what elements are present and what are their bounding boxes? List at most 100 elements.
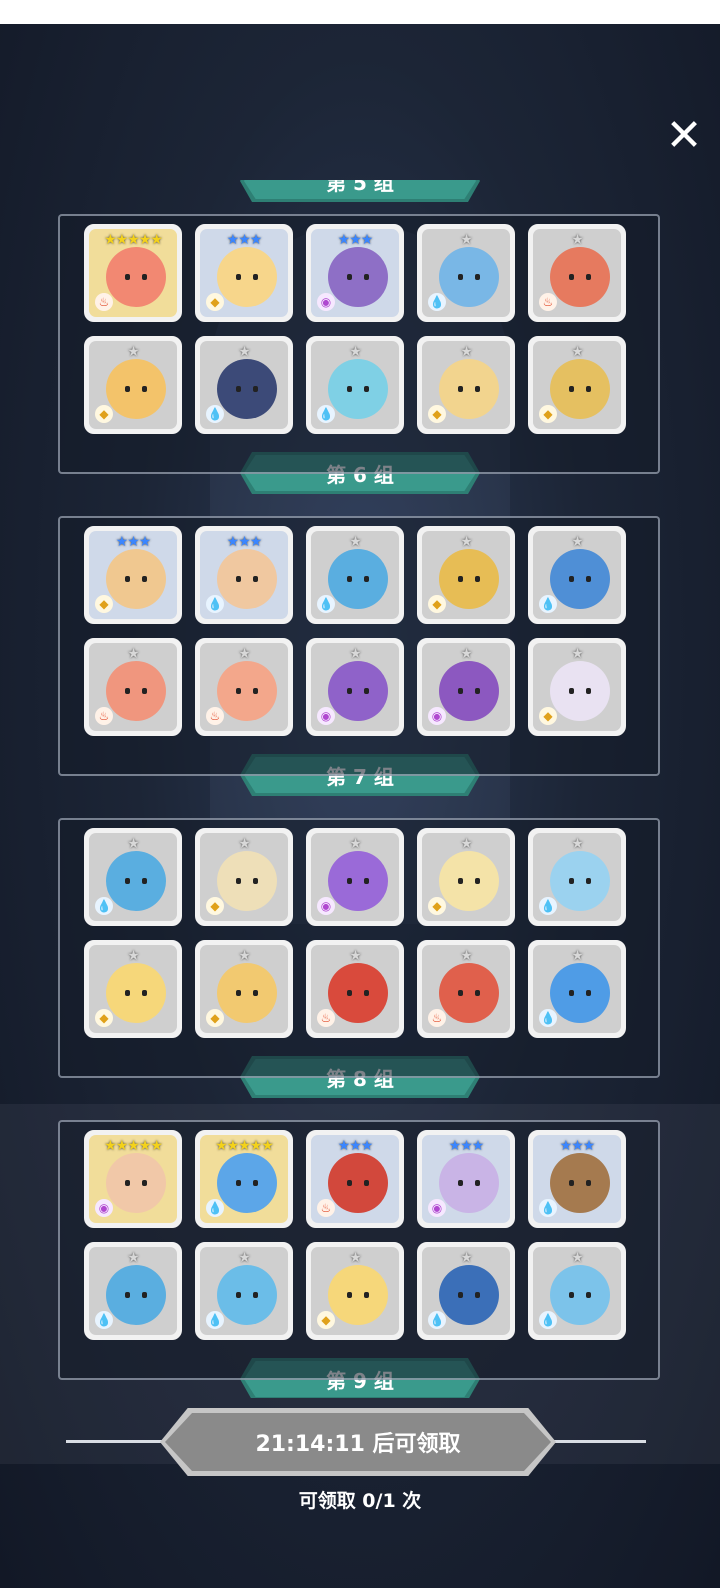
hero-card[interactable]: ★ 💧: [306, 526, 404, 624]
hero-card[interactable]: ★★★★★ 💧: [195, 1130, 293, 1228]
hero-card[interactable]: ★ 💧: [528, 828, 626, 926]
hero-card[interactable]: ★ 💧: [195, 336, 293, 434]
hero-eyes: [569, 576, 591, 582]
hero-card[interactable]: ★ 💧: [528, 526, 626, 624]
claim-timer-button[interactable]: 21:14:11 后可领取: [160, 1408, 556, 1476]
hero-eyes: [347, 878, 369, 884]
hero-card[interactable]: ★ ◆: [417, 526, 515, 624]
status-bar: [0, 0, 720, 24]
hero-portrait: ★★★ 💧: [200, 531, 288, 619]
hero-card[interactable]: ★ ◆: [306, 1242, 404, 1340]
hero-card[interactable]: ★ 💧: [306, 336, 404, 434]
hero-card[interactable]: ★ 💧: [417, 1242, 515, 1340]
close-icon[interactable]: ✕: [660, 112, 708, 160]
hero-eyes: [458, 1180, 480, 1186]
hero-eyes: [569, 878, 591, 884]
hero-portrait: ★ ◆: [422, 833, 510, 921]
hero-eyes: [125, 274, 147, 280]
hero-card[interactable]: ★ 💧: [417, 224, 515, 322]
water-element-icon: 💧: [539, 897, 557, 915]
hero-portrait: ★★★ ◆: [200, 229, 288, 317]
hero-card[interactable]: ★★★★★ ◉: [84, 1130, 182, 1228]
star-rating: ★: [460, 344, 473, 360]
hero-card[interactable]: ★ ◆: [417, 336, 515, 434]
hero-card[interactable]: ★ 💧: [528, 1242, 626, 1340]
wind-element-icon: ◆: [539, 707, 557, 725]
hero-card[interactable]: ★★★ ◉: [417, 1130, 515, 1228]
hero-card[interactable]: ★★★ 💧: [195, 526, 293, 624]
star-rating: ★: [460, 1250, 473, 1266]
hero-portrait: ★ ◉: [422, 643, 510, 731]
star-rating: ★: [349, 948, 362, 964]
fire-element-icon: ♨: [539, 293, 557, 311]
fire-element-icon: ♨: [206, 707, 224, 725]
hero-card[interactable]: ★★★★★ ♨: [84, 224, 182, 322]
wind-element-icon: ◆: [95, 595, 113, 613]
star-rating: ★: [349, 836, 362, 852]
star-rating: ★: [571, 836, 584, 852]
hero-card[interactable]: ★ ◉: [306, 828, 404, 926]
hero-portrait: ★ ♨: [200, 643, 288, 731]
hero-card[interactable]: ★★★ 💧: [528, 1130, 626, 1228]
hero-eyes: [125, 878, 147, 884]
hero-card[interactable]: ★★★ ♨: [306, 1130, 404, 1228]
hero-eyes: [458, 576, 480, 582]
hero-card[interactable]: ★ ◆: [84, 940, 182, 1038]
wind-element-icon: ◆: [206, 897, 224, 915]
hero-card[interactable]: ★★★ ◆: [195, 224, 293, 322]
fire-element-icon: ♨: [317, 1009, 335, 1027]
water-element-icon: 💧: [428, 293, 446, 311]
hero-portrait: ★ ♨: [533, 229, 621, 317]
group-banner: 第 5 组: [240, 180, 480, 202]
hero-card[interactable]: ★★★ ◆: [84, 526, 182, 624]
hero-portrait: ★ 💧: [200, 341, 288, 429]
star-rating: ★★★: [337, 232, 374, 248]
hero-card[interactable]: ★ ♨: [195, 638, 293, 736]
hero-card[interactable]: ★★★ ◉: [306, 224, 404, 322]
hero-card[interactable]: ★ ◆: [528, 336, 626, 434]
star-rating: ★: [238, 1250, 251, 1266]
hero-card[interactable]: ★ ♨: [306, 940, 404, 1038]
hero-eyes: [125, 990, 147, 996]
hero-card[interactable]: ★ 💧: [84, 828, 182, 926]
hero-card[interactable]: ★ 💧: [195, 1242, 293, 1340]
water-element-icon: 💧: [317, 595, 335, 613]
hero-card[interactable]: ★ ◆: [417, 828, 515, 926]
hero-card[interactable]: ★ ◉: [306, 638, 404, 736]
dark-element-icon: ◉: [95, 1199, 113, 1217]
hero-card[interactable]: ★ 💧: [84, 1242, 182, 1340]
hero-portrait: ★ ◆: [200, 833, 288, 921]
star-rating: ★: [349, 646, 362, 662]
group-list[interactable]: 第 5 组第 6 组第 7 组第 8 组第 9 组 ★★★★★ ♨ ★★★ ◆ ★★★ ◉ ★…: [0, 180, 720, 1398]
hero-eyes: [236, 386, 258, 392]
hero-card[interactable]: ★ ♨: [528, 224, 626, 322]
water-element-icon: 💧: [539, 1311, 557, 1329]
water-element-icon: 💧: [317, 405, 335, 423]
hero-portrait: ★ ◆: [89, 341, 177, 429]
hero-eyes: [569, 274, 591, 280]
hero-card[interactable]: ★ ◆: [195, 940, 293, 1038]
wind-element-icon: ◆: [95, 1009, 113, 1027]
star-rating: ★: [238, 836, 251, 852]
star-rating: ★: [571, 534, 584, 550]
hero-card[interactable]: ★ ◉: [417, 638, 515, 736]
star-rating: ★: [460, 534, 473, 550]
claim-count-text: 可领取 0/1 次: [298, 1490, 422, 1512]
hero-card[interactable]: ★ ♨: [417, 940, 515, 1038]
hero-card[interactable]: ★ ◆: [84, 336, 182, 434]
hero-card[interactable]: ★ ◆: [528, 638, 626, 736]
hero-card[interactable]: ★ 💧: [528, 940, 626, 1038]
wind-element-icon: ◆: [206, 1009, 224, 1027]
hero-portrait: ★ ◉: [311, 833, 399, 921]
hero-eyes: [347, 1180, 369, 1186]
hero-card[interactable]: ★ ♨: [84, 638, 182, 736]
hero-eyes: [236, 1292, 258, 1298]
dark-element-icon: ◉: [317, 897, 335, 915]
star-rating: ★: [460, 232, 473, 248]
star-rating: ★: [571, 232, 584, 248]
hero-portrait: ★ 💧: [533, 531, 621, 619]
hero-eyes: [347, 990, 369, 996]
hero-card[interactable]: ★ ◆: [195, 828, 293, 926]
wind-element-icon: ◆: [539, 405, 557, 423]
hero-eyes: [236, 878, 258, 884]
